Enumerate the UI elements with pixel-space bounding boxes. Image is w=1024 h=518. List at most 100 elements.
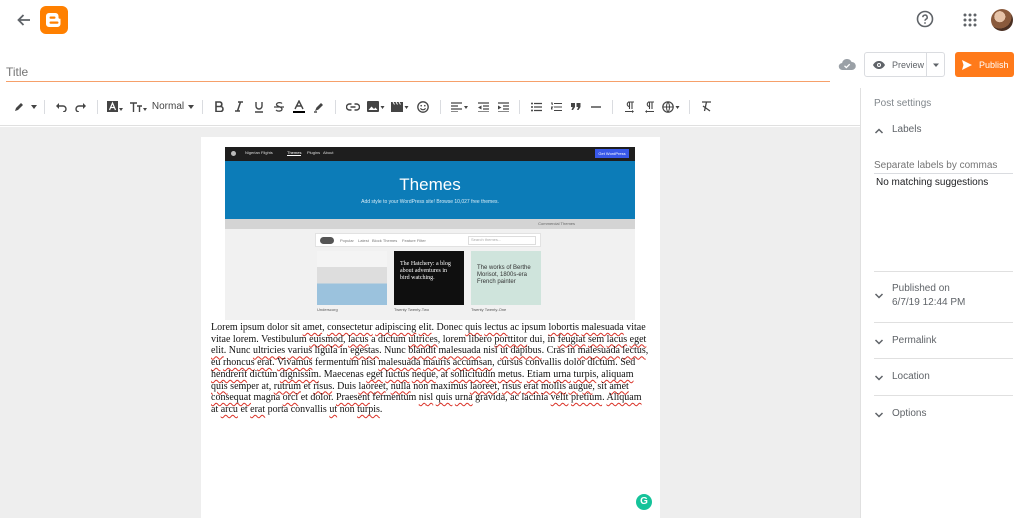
body-text-run: fermentum [369,392,419,404]
text-color-icon[interactable] [289,97,309,117]
misspelled-word: erat [250,403,266,415]
wp-theme-card: Underscorg [317,251,387,315]
underline-icon[interactable] [249,97,269,117]
misspelled-word: malesuada [438,345,481,357]
quote-icon[interactable] [566,97,586,117]
chevron-down-icon [874,293,884,299]
wp-hero: Themes Add style to your WordPress site!… [225,161,635,219]
misspelled-word: luctus [385,368,410,380]
font-size-icon[interactable] [126,97,150,117]
misspelled-word: mauris [423,357,451,369]
wp-hero-title: Themes [399,175,461,194]
align-icon[interactable] [447,97,473,117]
body-text-run: . Maecenas [318,368,367,380]
font-family-icon[interactable] [104,97,126,117]
misspelled-word: nisl [418,392,434,404]
body-text-run: non [337,403,358,415]
body-text-run: et [300,380,314,392]
wp-filter-block: Block Themes [372,238,398,243]
editor-page[interactable]: Nigerian Flights Themes Plugins About Ge… [201,137,660,518]
published-section-toggle[interactable]: Published on 6/7/19 12:44 PM [874,283,1013,308]
chevron-down-icon[interactable] [30,97,38,117]
clear-formatting-icon[interactable] [696,97,716,117]
top-bar [0,0,1024,40]
numbered-list-icon[interactable] [546,97,566,117]
misspelled-word: laoreet [358,380,386,392]
avatar[interactable] [991,9,1013,31]
publish-label: Publish [979,59,1009,70]
misspelled-word: lacus [348,333,369,345]
wp-filter-feature: Feature Filter [402,238,426,243]
ltr-direction-icon[interactable] [619,97,639,117]
toolbar-divider [335,99,336,114]
publish-button[interactable]: Publish [955,52,1014,77]
bold-icon[interactable] [209,97,229,117]
wp-filter-bar: Popular Latest Block Themes Feature Filt… [315,233,541,247]
misspelled-word: porttitor [494,333,528,345]
misspelled-word: dapibus [510,345,542,357]
apps-grid-icon[interactable] [962,12,978,28]
toolbar-divider [612,99,613,114]
location-label: Location [892,371,930,382]
link-icon[interactable] [342,97,364,117]
indent-decrease-icon[interactable] [473,97,493,117]
rtl-direction-icon[interactable] [639,97,659,117]
post-settings-sidebar: Post settings Labels No matching suggest… [860,88,1024,518]
chevron-down-icon[interactable] [932,61,940,69]
editor-area: Nigerian Flights Themes Plugins About Ge… [0,127,860,518]
labels-input[interactable] [874,158,1013,174]
indent-increase-icon[interactable] [493,97,513,117]
wp-header-bar: Nigerian Flights Themes Plugins About Ge… [225,147,635,161]
wp-nav-plugins: Plugins [307,150,321,155]
send-icon [962,59,972,70]
blogger-logo-icon[interactable] [40,6,68,34]
body-text-run: ligula in [312,345,351,357]
misspelled-word: erat [257,357,273,369]
italic-icon[interactable] [229,97,249,117]
chevron-up-icon [874,128,884,134]
misspelled-word: neque [411,368,436,380]
body-text-run: . Nunc [379,345,409,357]
highlight-icon[interactable] [309,97,329,117]
misspelled-word: rutrum [273,380,301,392]
wp-search-box: Search themes... [468,236,536,245]
strikethrough-icon[interactable] [269,97,289,117]
wp-get-button: Get WordPress [595,149,629,158]
preview-button[interactable]: Preview [864,52,945,77]
misspelled-word: ut [500,345,508,357]
paragraph-style-dropdown[interactable]: Normal [150,97,196,117]
chevron-down-icon [874,375,884,381]
wp-theme-caption: Underscorg [317,307,338,312]
wp-filter-latest: Latest [358,238,369,243]
emoji-icon[interactable] [412,97,434,117]
chevron-down-icon [874,339,884,345]
redo-icon[interactable] [71,97,91,117]
body-text-run: magna [251,392,283,404]
permalink-section-toggle[interactable]: Permalink [874,335,1013,347]
location-section-toggle[interactable]: Location [874,371,1013,383]
post-title-input[interactable] [6,62,830,82]
misspelled-word: metus [497,368,522,380]
bulleted-list-icon[interactable] [526,97,546,117]
language-globe-icon[interactable] [659,97,683,117]
title-row: Preview Publish [0,40,1024,88]
pencil-mode-icon[interactable] [8,97,30,117]
body-text-run: , lorem libero [437,333,495,345]
preview-label: Preview [892,59,925,70]
arrow-back-icon[interactable] [14,10,34,30]
grammarly-icon[interactable]: G [636,494,652,510]
insert-video-icon[interactable] [388,97,412,117]
undo-icon[interactable] [51,97,71,117]
toolbar-divider [689,99,690,114]
body-text-run: . Nunc [223,345,253,357]
post-body-text[interactable]: Lorem ipsum dolor sit amet, consectetur … [211,322,651,416]
insert-image-icon[interactable] [364,97,388,117]
horizontal-line-icon[interactable] [586,97,606,117]
misspelled-word: egestas [350,345,380,357]
embedded-image[interactable]: Nigerian Flights Themes Plugins About Ge… [225,147,635,320]
misspelled-word: ultricies [252,345,286,357]
help-circle-icon[interactable] [916,10,934,28]
options-section-toggle[interactable]: Options [874,408,1013,420]
sidebar-divider [874,395,1013,396]
labels-section-toggle[interactable]: Labels [874,124,1013,136]
